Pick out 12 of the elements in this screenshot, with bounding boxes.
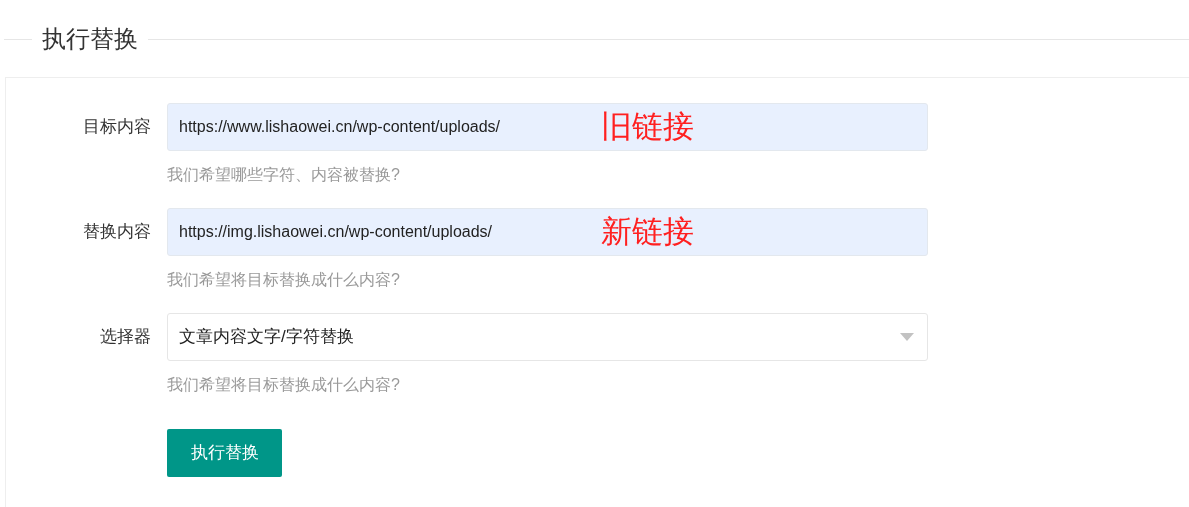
field-label: 选择器 xyxy=(100,326,151,349)
field-hint: 我们希望将目标替换成什么内容? xyxy=(167,375,401,395)
annotation-text: 新链接 xyxy=(601,214,694,250)
select-field[interactable]: 文章内容文字/字符替换 xyxy=(167,313,928,361)
field-label: 目标内容 xyxy=(83,116,151,139)
field-hint: 我们希望哪些字符、内容被替换? xyxy=(167,165,401,185)
annotation-text: 旧链接 xyxy=(601,109,694,145)
dropdown-caret-icon xyxy=(900,333,914,341)
section-title: 执行替换 xyxy=(41,24,139,54)
field-label: 替换内容 xyxy=(83,221,151,244)
field-hint: 我们希望将目标替换成什么内容? xyxy=(167,270,401,290)
submit-button[interactable]: 执行替换 xyxy=(167,429,282,477)
